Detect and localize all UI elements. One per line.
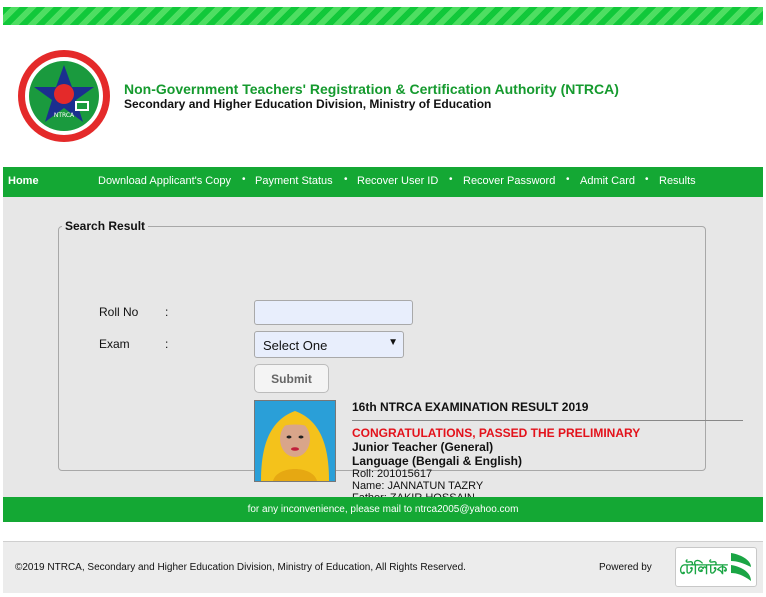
org-subtitle: Secondary and Higher Education Division,… bbox=[124, 97, 492, 111]
nav-separator: • bbox=[645, 174, 649, 185]
roll-no-input[interactable] bbox=[254, 300, 413, 325]
exam-select-value: Select One bbox=[263, 338, 328, 353]
teletalk-logo-text: টেলিটক bbox=[679, 560, 728, 578]
nav-separator: • bbox=[242, 174, 246, 185]
roll-no-label: Roll No bbox=[99, 305, 139, 319]
candidate-photo bbox=[254, 400, 336, 482]
nav-admit-card[interactable]: Admit Card bbox=[580, 175, 635, 187]
main-nav: Home Download Applicant's Copy • Payment… bbox=[3, 167, 763, 197]
search-result-panel: Search Result Roll No : Exam : Select On… bbox=[58, 219, 743, 504]
result-status: CONGRATULATIONS, PASSED THE PRELIMINARY bbox=[352, 426, 641, 440]
result-post: Junior Teacher (General) bbox=[352, 440, 494, 454]
roll-no-colon: : bbox=[165, 305, 169, 319]
exam-colon: : bbox=[165, 337, 169, 351]
result-title: 16th NTRCA EXAMINATION RESULT 2019 bbox=[352, 400, 589, 414]
top-stripe-bar bbox=[3, 7, 763, 25]
org-name: Non-Government Teachers' Registration & … bbox=[124, 81, 619, 97]
contact-bar: for any inconvenience, please mail to nt… bbox=[3, 497, 763, 522]
site-header: NTRCA Non-Government Teachers' Registrat… bbox=[3, 25, 763, 167]
result-divider bbox=[352, 420, 743, 421]
result-name: Name: JANNATUN TAZRY bbox=[352, 480, 484, 492]
site-footer: ©2019 NTRCA, Secondary and Higher Educat… bbox=[3, 541, 763, 593]
result-subject: Language (Bengali & English) bbox=[352, 454, 523, 468]
nav-home[interactable]: Home bbox=[8, 175, 39, 187]
nav-download-applicants-copy[interactable]: Download Applicant's Copy bbox=[98, 175, 231, 187]
nav-separator: • bbox=[566, 174, 570, 185]
powered-by-label: Powered by bbox=[599, 562, 652, 573]
nav-results[interactable]: Results bbox=[659, 175, 696, 187]
result-roll: Roll: 201015617 bbox=[352, 468, 433, 480]
svg-text:NTRCA: NTRCA bbox=[54, 112, 75, 119]
main-content: Search Result Roll No : Exam : Select On… bbox=[3, 197, 763, 504]
exam-label: Exam bbox=[99, 337, 130, 351]
ntrca-logo: NTRCA bbox=[17, 49, 111, 143]
nav-recover-user-id[interactable]: Recover User ID bbox=[357, 175, 438, 187]
nav-recover-password[interactable]: Recover Password bbox=[463, 175, 555, 187]
exam-select[interactable]: Select One ▼ bbox=[254, 331, 404, 358]
nav-separator: • bbox=[344, 174, 348, 185]
search-result-legend: Search Result bbox=[65, 219, 146, 233]
teletalk-logo[interactable]: টেলিটক bbox=[675, 547, 757, 587]
nav-separator: • bbox=[449, 174, 453, 185]
contact-text: for any inconvenience, please mail to nt… bbox=[247, 504, 519, 515]
copyright-text: ©2019 NTRCA, Secondary and Higher Educat… bbox=[15, 562, 466, 573]
submit-button[interactable]: Submit bbox=[254, 364, 329, 393]
nav-payment-status[interactable]: Payment Status bbox=[255, 175, 333, 187]
dropdown-arrow-icon: ▼ bbox=[388, 337, 398, 348]
